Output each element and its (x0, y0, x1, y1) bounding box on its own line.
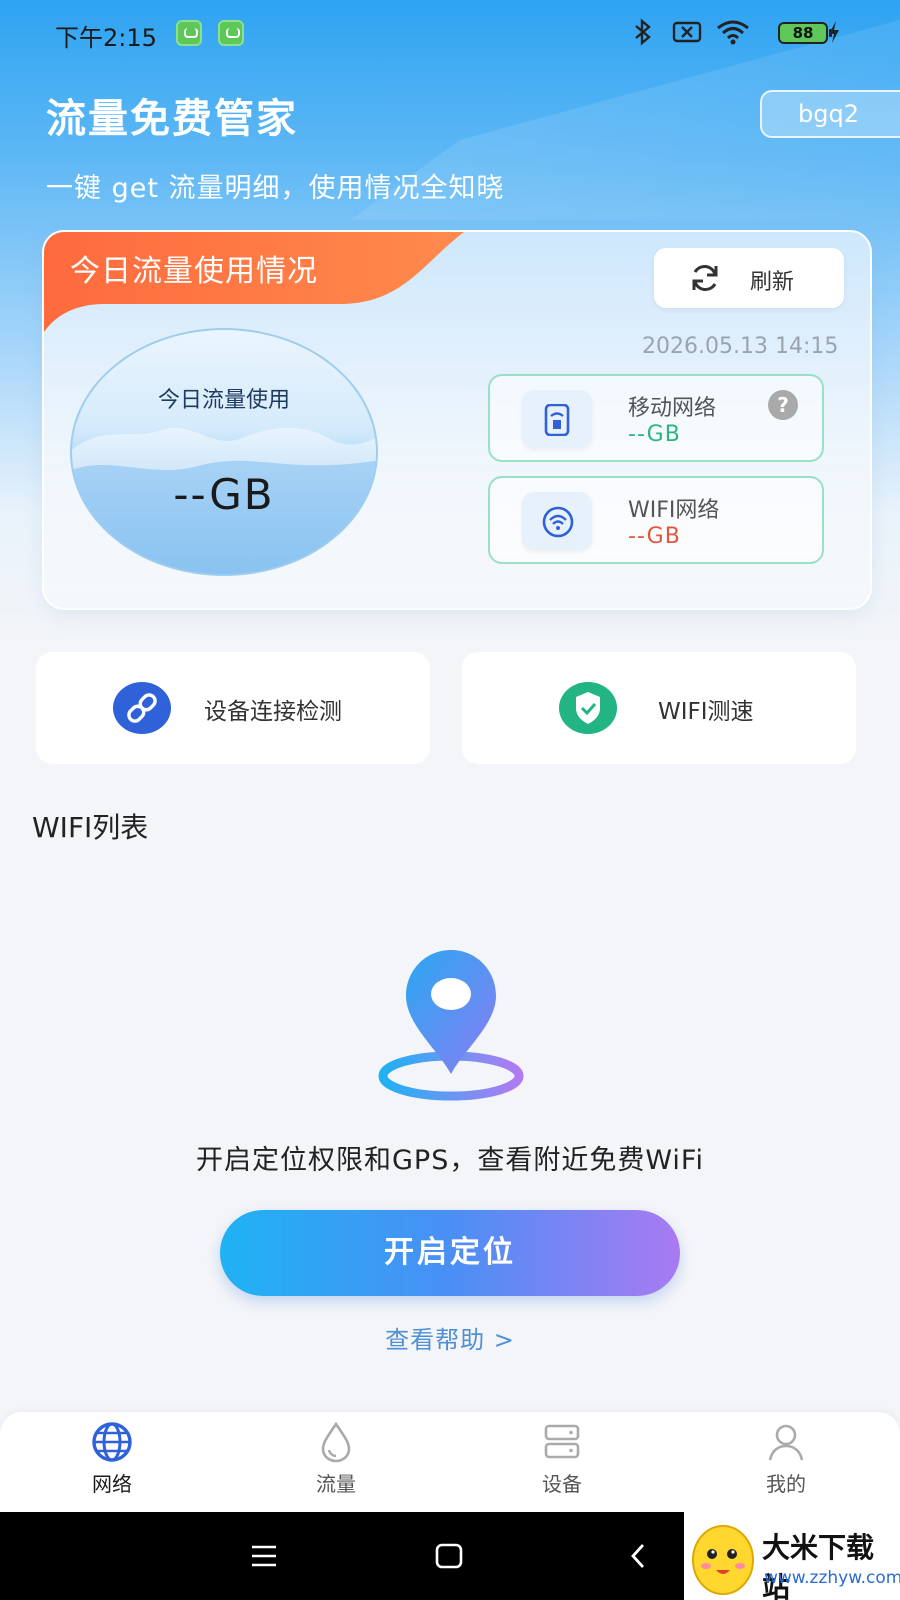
status-time: 下午2:15 (55, 24, 157, 52)
wifi-speed-test-label: WIFI测速 (658, 699, 754, 725)
menu-icon[interactable] (250, 1542, 278, 1570)
wifi-speed-test-button[interactable]: WIFI测速 (462, 652, 856, 764)
status-bar: 下午2:15 88 (0, 0, 900, 64)
notification-app-icon (218, 20, 244, 46)
wifi-network-label: WIFI网络 (628, 498, 720, 523)
update-timestamp: 2026.05.13 14:15 (642, 334, 839, 359)
back-icon[interactable] (628, 1542, 648, 1570)
wifi-list-title: WIFI列表 (32, 811, 149, 844)
bluetooth-icon (635, 18, 651, 46)
mobile-network-label: 移动网络 (628, 396, 717, 421)
nav-network[interactable]: 网络 (52, 1420, 172, 1510)
mascot-logo (692, 1525, 754, 1595)
wifi-network-value: --GB (628, 524, 681, 549)
nav-devices[interactable]: 设备 (502, 1420, 622, 1510)
bottom-navigation: 网络 流量 设备 我的 (0, 1412, 900, 1512)
view-help-link[interactable]: 查看帮助 > (0, 1320, 900, 1355)
mobile-network-box[interactable]: 移动网络 --GB ? (488, 374, 824, 462)
today-usage-label: 今日流量使用 (157, 388, 290, 413)
nav-traffic-label: 流量 (316, 1472, 356, 1496)
nav-mine[interactable]: 我的 (726, 1420, 846, 1510)
nav-devices-label: 设备 (542, 1472, 582, 1496)
today-usage-value: --GB (173, 470, 275, 519)
watermark: 大米下载站 www.zzhyw.com (684, 1512, 900, 1600)
mobile-network-value: --GB (628, 422, 681, 447)
wifi-network-icon-box (522, 492, 592, 550)
device-check-label: 设备连接检测 (204, 699, 342, 725)
link-icon (113, 682, 171, 734)
mobile-network-icon-box (522, 390, 592, 448)
refresh-button[interactable]: 刷新 (654, 248, 844, 308)
refresh-icon (692, 265, 718, 291)
device-check-button[interactable]: 设备连接检测 (36, 652, 430, 764)
app-title: 流量免费管家 (46, 96, 298, 142)
wave-decoration (72, 427, 376, 574)
watermark-name: 大米下载站 (762, 1531, 875, 1600)
today-usage-globe: 今日流量使用 --GB (70, 328, 378, 576)
user-icon (768, 1424, 804, 1461)
drop-icon (321, 1421, 351, 1463)
help-icon[interactable]: ? (768, 390, 798, 420)
nav-network-label: 网络 (92, 1472, 132, 1496)
nav-traffic[interactable]: 流量 (276, 1420, 396, 1510)
location-pin-icon (378, 950, 524, 1101)
location-permission-message: 开启定位权限和GPS，查看附近免费WiFi (195, 1145, 704, 1176)
usage-card: 今日流量使用情况 刷新 2026.05.13 14:15 今日流量使用 --GB… (42, 230, 872, 610)
wifi-network-box[interactable]: WIFI网络 --GB (488, 476, 824, 564)
no-sim-icon (672, 21, 702, 43)
globe-icon (92, 1422, 132, 1462)
user-chip[interactable]: bgq2 (760, 90, 900, 138)
enable-location-button[interactable]: 开启定位 (220, 1210, 680, 1296)
wifi-icon (542, 506, 574, 538)
battery-indicator: 88 (778, 22, 832, 44)
app-subtitle: 一键 get 流量明细，使用情况全知晓 (46, 173, 505, 204)
refresh-label: 刷新 (750, 270, 795, 295)
shield-check-icon (559, 682, 617, 734)
phone-icon (544, 404, 570, 436)
notification-app-icon (176, 20, 202, 46)
nav-mine-label: 我的 (766, 1472, 806, 1496)
card-title: 今日流量使用情况 (70, 254, 318, 289)
server-icon (544, 1424, 580, 1459)
home-icon[interactable] (434, 1542, 464, 1570)
wifi-signal-icon (717, 20, 749, 45)
watermark-url: www.zzhyw.com (764, 1568, 900, 1588)
charging-icon (829, 21, 839, 43)
